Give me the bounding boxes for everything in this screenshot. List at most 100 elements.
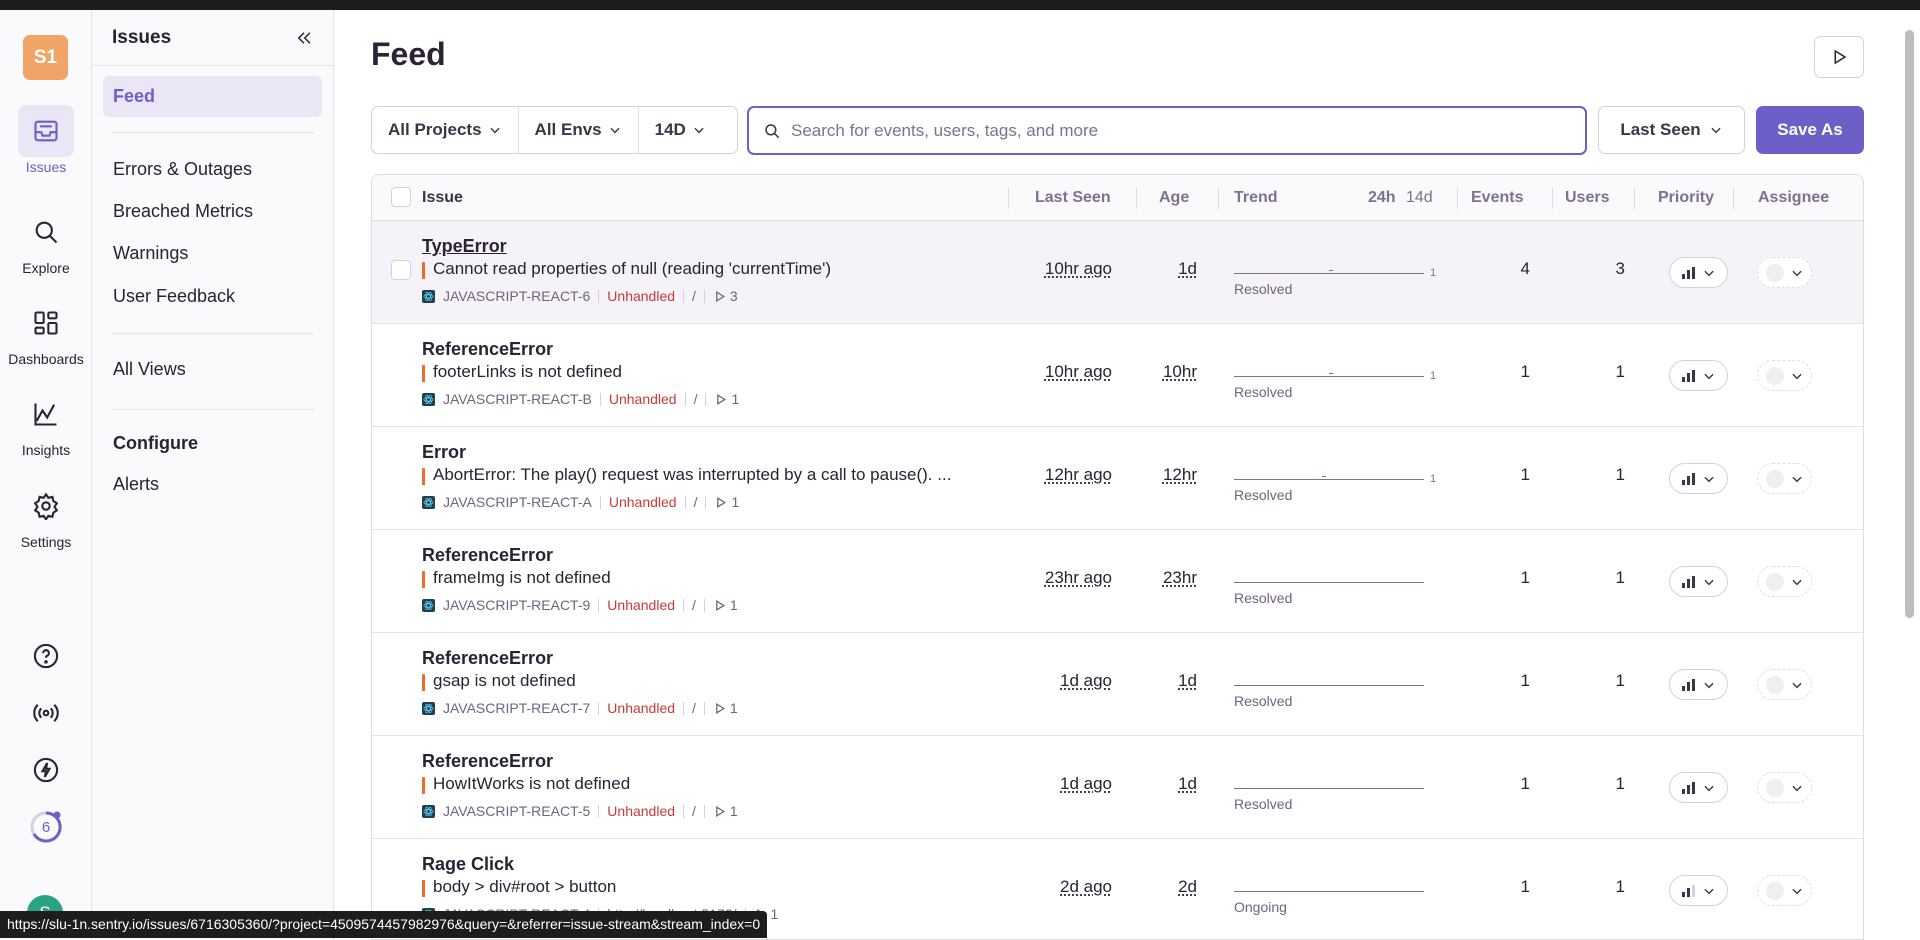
issue-short-id[interactable]: JAVASCRIPT-REACT-7 [443,700,590,716]
issue-title[interactable]: ReferenceError [422,339,553,360]
users-count[interactable]: 1 [1616,774,1625,794]
age[interactable]: 12hr [1163,465,1197,485]
age[interactable]: 1d [1178,774,1197,794]
rail-item-insights[interactable]: Insights [0,388,92,458]
whats-new-button[interactable] [26,750,66,790]
column-last-seen[interactable]: Last Seen [1035,189,1111,207]
issue-title[interactable]: TypeError [422,236,507,257]
sort-dropdown[interactable]: Last Seen [1598,106,1745,154]
last-seen[interactable]: 1d ago [1060,774,1112,794]
table-row[interactable]: ReferenceError gsap is not defined JAVASCR… [372,633,1863,736]
select-all-checkbox[interactable] [391,187,411,207]
users-count[interactable]: 1 [1616,877,1625,897]
priority-dropdown[interactable] [1669,463,1728,494]
last-seen[interactable]: 1d ago [1060,671,1112,691]
replay-count[interactable]: 1 [713,597,738,613]
priority-dropdown[interactable] [1669,875,1728,906]
priority-dropdown[interactable] [1669,566,1728,597]
rail-item-issues[interactable]: Issues [0,105,92,175]
subnav-item-feed[interactable]: Feed [103,76,322,117]
help-button[interactable] [26,636,66,676]
page-scrollbar[interactable] [1905,30,1914,618]
environment-filter[interactable]: All Envs [519,107,639,153]
last-seen[interactable]: 23hr ago [1045,568,1112,588]
events-count[interactable]: 4 [1521,259,1530,279]
subnav-item-errors-outages[interactable]: Errors & Outages [103,149,322,190]
issue-short-id[interactable]: JAVASCRIPT-REACT-A [443,494,592,510]
project-filter[interactable]: All Projects [372,107,519,153]
users-count[interactable]: 1 [1616,362,1625,382]
service-status-button[interactable] [26,693,66,733]
priority-dropdown[interactable] [1669,772,1728,803]
onboarding-progress-button[interactable]: 6 [26,807,66,847]
column-users[interactable]: Users [1565,189,1609,207]
play-button[interactable] [1814,36,1864,78]
date-range-filter[interactable]: 14D [639,107,722,153]
replay-count[interactable]: 1 [713,700,738,716]
assignee-dropdown[interactable] [1757,566,1812,597]
save-as-button[interactable]: Save As [1756,106,1864,154]
org-switcher-badge[interactable]: S1 [23,35,68,80]
events-count[interactable]: 1 [1521,877,1530,897]
table-row[interactable]: ReferenceError frameImg is not defined JAV… [372,530,1863,633]
subnav-item-user-feedback[interactable]: User Feedback [103,276,322,317]
rail-item-explore[interactable]: Explore [0,206,92,276]
column-events[interactable]: Events [1471,189,1523,207]
users-count[interactable]: 3 [1616,259,1625,279]
age[interactable]: 2d [1178,877,1197,897]
replay-count[interactable]: 1 [714,494,739,510]
priority-dropdown[interactable] [1669,669,1728,700]
events-count[interactable]: 1 [1521,362,1530,382]
issue-short-id[interactable]: JAVASCRIPT-REACT-6 [443,288,590,304]
replay-count[interactable]: 3 [713,288,738,304]
age[interactable]: 1d [1178,671,1197,691]
trend-period-14d[interactable]: 14d [1406,189,1433,207]
search-input[interactable] [791,120,1551,141]
rail-item-dashboards[interactable]: Dashboards [0,297,92,367]
table-row[interactable]: Error AbortError: The play() request was … [372,427,1863,530]
users-count[interactable]: 1 [1616,671,1625,691]
issue-short-id[interactable]: JAVASCRIPT-REACT-B [443,391,592,407]
last-seen[interactable]: 12hr ago [1045,465,1112,485]
subnav-item-warnings[interactable]: Warnings [103,233,322,274]
subnav-item-all-views[interactable]: All Views [103,349,322,390]
replay-count[interactable]: 1 [714,391,739,407]
events-count[interactable]: 1 [1521,671,1530,691]
issue-title[interactable]: ReferenceError [422,648,553,669]
collapse-sidebar-icon[interactable] [295,29,313,47]
replay-count[interactable]: 1 [713,803,738,819]
age[interactable]: 1d [1178,259,1197,279]
table-row[interactable]: TypeError Cannot read properties of null … [372,221,1863,324]
last-seen[interactable]: 10hr ago [1045,362,1112,382]
priority-dropdown[interactable] [1669,257,1728,288]
table-row[interactable]: ReferenceError HowItWorks is not defined J… [372,736,1863,839]
subnav-item-breached-metrics[interactable]: Breached Metrics [103,191,322,232]
issue-title[interactable]: ReferenceError [422,751,553,772]
trend-period-24h[interactable]: 24h [1368,189,1396,207]
subnav-item-alerts[interactable]: Alerts [103,464,322,505]
users-count[interactable]: 1 [1616,568,1625,588]
last-seen[interactable]: 2d ago [1060,877,1112,897]
age[interactable]: 23hr [1163,568,1197,588]
events-count[interactable]: 1 [1521,465,1530,485]
age[interactable]: 10hr [1163,362,1197,382]
priority-dropdown[interactable] [1669,360,1728,391]
issue-short-id[interactable]: JAVASCRIPT-REACT-5 [443,803,590,819]
issue-short-id[interactable]: JAVASCRIPT-REACT-9 [443,597,590,613]
assignee-dropdown[interactable] [1757,669,1812,700]
last-seen[interactable]: 10hr ago [1045,259,1112,279]
assignee-dropdown[interactable] [1757,257,1812,288]
rail-item-settings[interactable]: Settings [0,480,92,550]
events-count[interactable]: 1 [1521,774,1530,794]
assignee-dropdown[interactable] [1757,875,1812,906]
row-checkbox[interactable] [391,260,411,280]
users-count[interactable]: 1 [1616,465,1625,485]
issue-title[interactable]: Rage Click [422,854,514,875]
events-count[interactable]: 1 [1521,568,1530,588]
issue-title[interactable]: Error [422,442,466,463]
issue-title[interactable]: ReferenceError [422,545,553,566]
column-age[interactable]: Age [1159,189,1189,207]
assignee-dropdown[interactable] [1757,360,1812,391]
assignee-dropdown[interactable] [1757,463,1812,494]
table-row[interactable]: ReferenceError footerLinks is not defined… [372,324,1863,427]
